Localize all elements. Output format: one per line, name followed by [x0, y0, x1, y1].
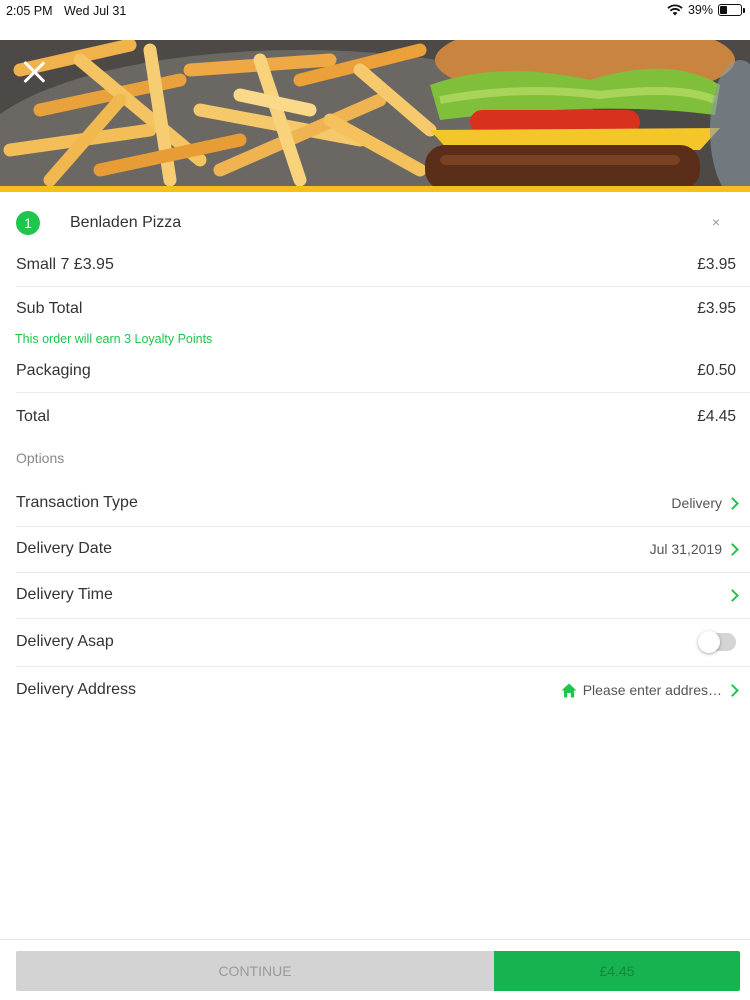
delivery-time-label: Delivery Time: [16, 586, 113, 603]
packaging-value: £0.50: [697, 362, 736, 379]
bottom-action-bar: CONTINUE £4.45: [0, 939, 750, 1000]
status-bar: 2:05 PM Wed Jul 31 39%: [0, 0, 750, 22]
delivery-address-row[interactable]: Delivery Address Please enter addres…: [16, 667, 738, 713]
battery-level: [720, 6, 727, 14]
size-line-label: Small 7 £3.95: [16, 256, 114, 273]
delivery-asap-toggle[interactable]: [698, 631, 736, 653]
delivery-time-row[interactable]: Delivery Time: [16, 572, 738, 618]
hero-accent-bar: [0, 186, 750, 192]
total-value: £4.45: [697, 408, 736, 425]
transaction-type-value: Delivery: [671, 495, 722, 511]
home-icon: [561, 683, 577, 698]
delivery-asap-row: Delivery Asap: [16, 619, 738, 665]
total-row: Total £4.45: [16, 394, 736, 440]
quantity-badge: 1: [16, 211, 40, 235]
chevron-right-icon: [728, 496, 738, 510]
continue-button[interactable]: CONTINUE: [16, 951, 494, 991]
close-icon[interactable]: [22, 60, 46, 84]
battery-icon: [718, 4, 745, 16]
transaction-type-row[interactable]: Transaction Type Delivery: [16, 480, 738, 526]
subtotal-value: £3.95: [697, 300, 736, 317]
transaction-type-value-group: Delivery: [671, 495, 738, 511]
status-time: 2:05 PM: [6, 4, 53, 18]
order-total-button[interactable]: £4.45: [494, 951, 740, 991]
delivery-address-placeholder: Please enter addres…: [582, 682, 722, 698]
cart-item: 1 Benladen Pizza ×: [0, 200, 750, 244]
packaging-label: Packaging: [16, 362, 91, 379]
chevron-right-icon: [728, 588, 738, 602]
delivery-date-value-group: Jul 31,2019: [650, 541, 738, 557]
transaction-type-label: Transaction Type: [16, 494, 138, 511]
delivery-address-label: Delivery Address: [16, 681, 137, 698]
divider: [16, 392, 750, 393]
delivery-date-label: Delivery Date: [16, 540, 113, 557]
packaging-row: Packaging £0.50: [16, 348, 736, 394]
battery-percent: 39%: [687, 3, 713, 17]
subtotal-label: Sub Total: [16, 300, 83, 317]
options-heading: Options: [16, 450, 65, 466]
delivery-time-value-group: [722, 588, 738, 602]
toggle-knob: [698, 631, 720, 653]
size-line-row: Small 7 £3.95 £3.95: [16, 242, 736, 288]
hero-food-image: [0, 40, 750, 186]
status-indicators: 39%: [667, 3, 745, 17]
delivery-date-value: Jul 31,2019: [649, 541, 722, 557]
status-date: Wed Jul 31: [64, 4, 127, 18]
loyalty-points-text: This order will earn 3 Loyalty Points: [15, 332, 213, 346]
wifi-icon: [667, 4, 683, 16]
delivery-asap-label: Delivery Asap: [16, 633, 114, 650]
remove-item-button[interactable]: ×: [712, 214, 720, 230]
item-name: Benladen Pizza: [70, 214, 182, 231]
subtotal-row: Sub Total £3.95: [16, 286, 736, 332]
chevron-right-icon: [728, 683, 738, 697]
total-label: Total: [16, 408, 50, 425]
delivery-address-value-group: Please enter addres…: [561, 682, 738, 698]
delivery-date-row[interactable]: Delivery Date Jul 31,2019: [16, 526, 738, 572]
size-line-price: £3.95: [697, 256, 736, 273]
chevron-right-icon: [728, 542, 738, 556]
